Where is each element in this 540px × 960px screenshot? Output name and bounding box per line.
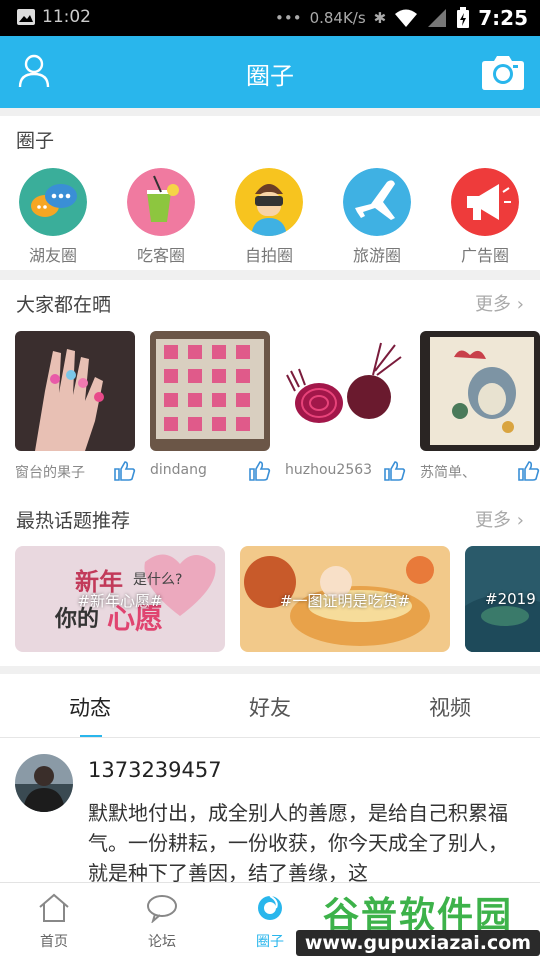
topics-more-link[interactable]: 更多 › bbox=[475, 506, 524, 532]
circle-item-ads[interactable]: 广告圈 bbox=[440, 168, 530, 266]
circle-item-lakefriends[interactable]: 湖友圈 bbox=[8, 168, 98, 266]
more-dots-icon: ••• bbox=[275, 9, 302, 27]
page-title: 圈子 bbox=[246, 62, 294, 90]
more-label: 更多 bbox=[475, 510, 512, 531]
topic-caption: #一图证明是吃货# bbox=[279, 592, 411, 610]
battery-icon bbox=[457, 7, 470, 28]
discover-section: 大家都在晒 更多 › 窗台的果子 dindang huzhou2563 苏简单、… bbox=[0, 280, 540, 666]
topic-card[interactable]: 新年 是什么? 你的 心愿 #新年心愿# bbox=[15, 546, 225, 652]
camera-icon[interactable] bbox=[481, 53, 525, 91]
showcase-photo[interactable] bbox=[150, 331, 270, 451]
status-right: ••• 0.84K/s ✱ 7:25 bbox=[275, 6, 528, 30]
photo-caption: 苏简单、 bbox=[420, 465, 476, 481]
network-speed: 0.84K/s bbox=[309, 9, 366, 27]
post-content: 默默地付出，成全别人的善愿，是给自己积累福气。一份耕耘，一份收获，你今天成全了别… bbox=[88, 801, 508, 882]
feed-section: 动态 好友 视频 1373239457 默默地付出，成全别人的善愿，是给自己积累… bbox=[0, 674, 540, 882]
image-notification-icon bbox=[17, 9, 35, 25]
app-header: 圈子 bbox=[0, 36, 540, 108]
bluetooth-icon: ✱ bbox=[373, 9, 387, 27]
showcase-photo[interactable] bbox=[420, 331, 540, 451]
showcase-photo[interactable] bbox=[285, 331, 405, 451]
like-icon[interactable] bbox=[114, 461, 136, 481]
circle-label: 自拍圈 bbox=[244, 246, 293, 265]
topic-card[interactable]: #一图证明是吃货# bbox=[240, 546, 450, 652]
circle-label: 广告圈 bbox=[460, 246, 509, 265]
showcase-more-link[interactable]: 更多 › bbox=[475, 290, 524, 316]
megaphone-icon bbox=[451, 168, 519, 236]
home-icon bbox=[39, 893, 69, 922]
showcase-title: 大家都在晒 bbox=[16, 294, 112, 316]
like-icon[interactable] bbox=[518, 461, 540, 481]
tab-friends[interactable]: 好友 bbox=[180, 692, 360, 722]
circle-label: 旅游圈 bbox=[352, 246, 401, 265]
airplane-icon bbox=[343, 168, 411, 236]
circles-section-title: 圈子 bbox=[16, 130, 55, 152]
topic-caption: #新年心愿# bbox=[77, 592, 163, 610]
showcase-photo[interactable] bbox=[15, 331, 135, 451]
tab-videos[interactable]: 视频 bbox=[360, 692, 540, 722]
chat-icon bbox=[147, 895, 177, 924]
status-time: 7:25 bbox=[478, 6, 528, 30]
drink-icon bbox=[127, 168, 195, 236]
chat-bubbles-icon bbox=[19, 168, 87, 236]
status-left: 11:02 bbox=[16, 7, 91, 27]
nav-forum[interactable]: 论坛 bbox=[122, 893, 202, 951]
circle-label: 湖友圈 bbox=[28, 246, 77, 265]
status-left-time: 11:02 bbox=[42, 7, 91, 27]
signal-icon bbox=[428, 9, 447, 27]
topic-art-text-2: 是什么? bbox=[133, 572, 182, 588]
tab-dynamic[interactable]: 动态 bbox=[0, 692, 180, 722]
more-label: 更多 bbox=[475, 294, 512, 315]
circle-label: 吃客圈 bbox=[136, 246, 185, 265]
circles-section: 圈子 湖友圈 吃客圈 自拍圈 旅游圈 广告圈 bbox=[0, 116, 540, 270]
circle-item-travel[interactable]: 旅游圈 bbox=[332, 168, 422, 266]
post-item[interactable]: 1373239457 默默地付出，成全别人的善愿，是给自己积累福气。一份耕耘，一… bbox=[0, 738, 540, 882]
topic-card[interactable]: #2019 bbox=[465, 546, 540, 652]
nav-label: 首页 bbox=[40, 934, 68, 950]
avatar[interactable] bbox=[15, 754, 73, 812]
nav-label: 论坛 bbox=[148, 934, 176, 950]
post-username[interactable]: 1373239457 bbox=[88, 758, 222, 782]
like-icon[interactable] bbox=[384, 461, 406, 481]
chevron-right-icon: › bbox=[516, 294, 524, 315]
status-bar: 11:02 ••• 0.84K/s ✱ 7:25 bbox=[0, 0, 540, 36]
circle-item-selfie[interactable]: 自拍圈 bbox=[224, 168, 314, 266]
watermark: 谷普软件园 www.gupuxiazai.com bbox=[296, 882, 540, 960]
nav-home[interactable]: 首页 bbox=[14, 893, 94, 951]
wifi-icon bbox=[395, 9, 418, 27]
circle-icon bbox=[258, 895, 282, 920]
vr-person-icon bbox=[235, 168, 303, 236]
like-icon[interactable] bbox=[249, 461, 271, 481]
circle-item-foodie[interactable]: 吃客圈 bbox=[116, 168, 206, 266]
watermark-url: www.gupuxiazai.com bbox=[296, 930, 540, 956]
topics-title: 最热话题推荐 bbox=[16, 510, 131, 532]
chevron-right-icon: › bbox=[516, 510, 524, 531]
topic-caption: #2019 bbox=[485, 590, 536, 608]
